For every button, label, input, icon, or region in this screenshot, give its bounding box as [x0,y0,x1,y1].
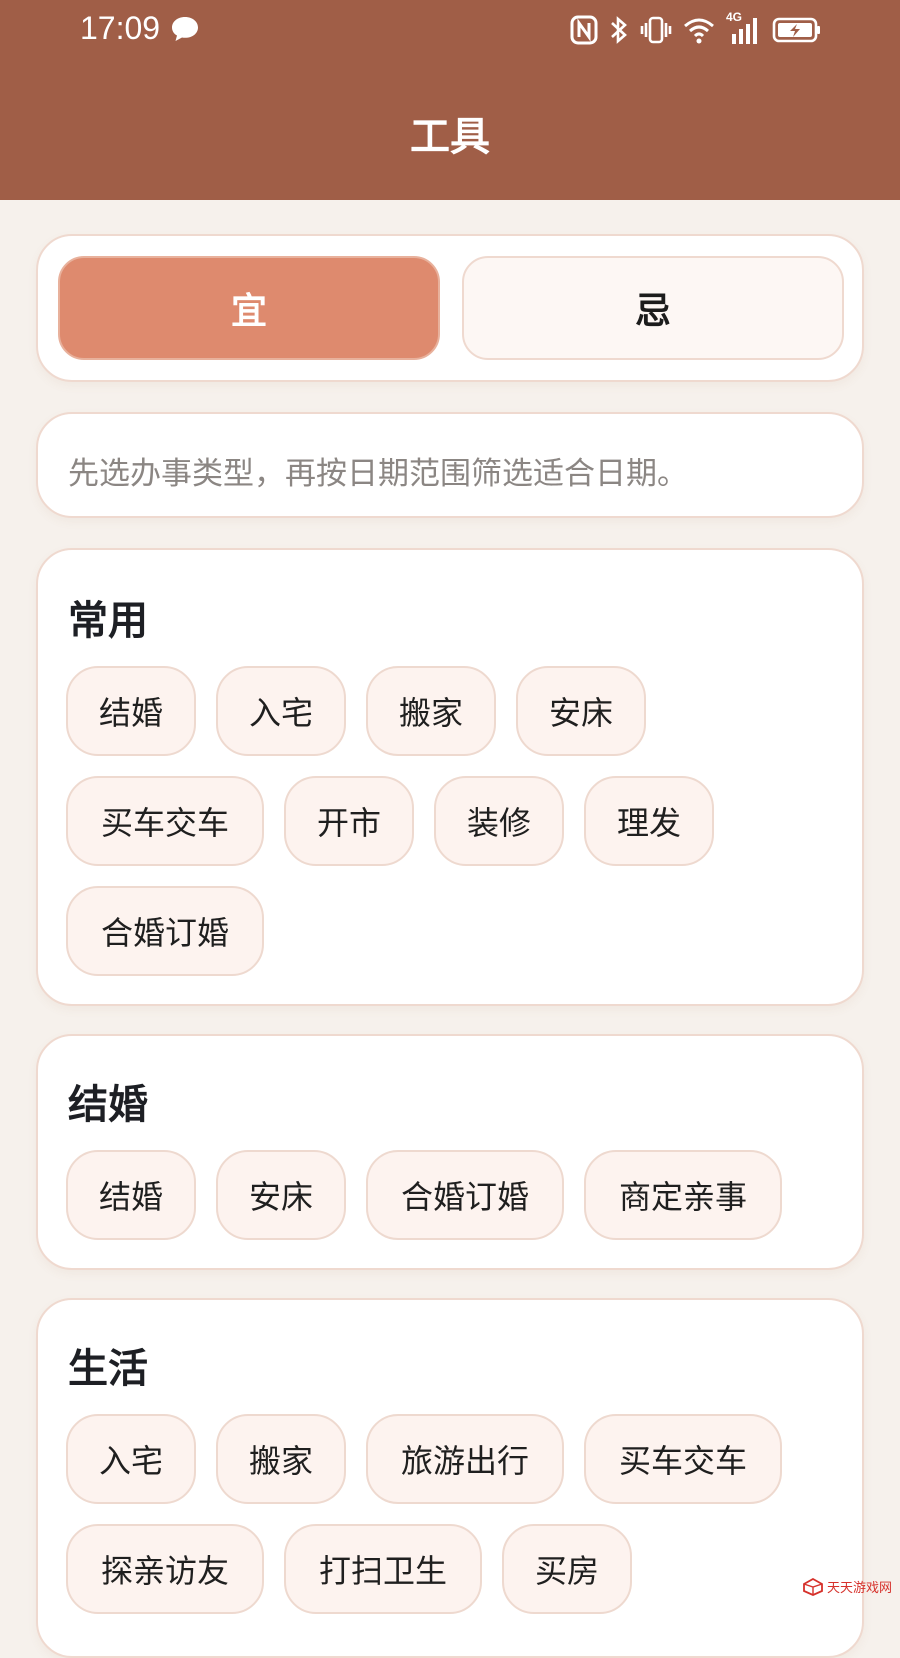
status-bar-time-group: 17:09 [80,10,200,47]
chip-haircut[interactable]: 理发 [584,776,714,866]
page-title: 工具 [410,114,490,160]
chip-buy-house[interactable]: 买房 [502,1524,632,1614]
chip-install-bed[interactable]: 安床 [216,1150,346,1240]
chip-cleaning[interactable]: 打扫卫生 [284,1524,482,1614]
section-life: 生活 入宅 搬家 旅游出行 买车交车 探亲访友 打扫卫生 买房 [36,1298,864,1658]
chip-move-in[interactable]: 入宅 [216,666,346,756]
chip-moving-house[interactable]: 搬家 [366,666,496,756]
tab-ji[interactable]: 忌 [462,256,844,360]
status-icons: 4G [570,10,822,46]
chip-marriage[interactable]: 结婚 [66,666,196,756]
watermark: 天天游戏网 [803,1577,892,1596]
chip-travel[interactable]: 旅游出行 [366,1414,564,1504]
section-marriage: 结婚 结婚 安床 合婚订婚 商定亲事 [36,1034,864,1270]
section-title: 常用 [68,598,148,644]
message-bubble-icon [172,16,199,41]
yi-ji-tab-group: 宜 忌 [36,234,864,382]
section-common: 常用 结婚 入宅 搬家 安床 买车交车 开市 装修 理发 合婚订婚 [36,548,864,1006]
chip-engagement[interactable]: 合婚订婚 [66,886,264,976]
chip-renovation[interactable]: 装修 [434,776,564,866]
nfc-icon [570,15,598,45]
chip-discuss-marriage[interactable]: 商定亲事 [584,1150,782,1240]
chip-visit-relatives[interactable]: 探亲访友 [66,1524,264,1614]
hint-text: 先选办事类型，再按日期范围筛选适合日期。 [68,456,688,492]
bluetooth-icon [611,16,627,44]
vibrate-icon [640,16,672,44]
chip-moving-house[interactable]: 搬家 [216,1414,346,1504]
app-header: 17:09 4G 工具 [0,0,900,200]
chip-open-business[interactable]: 开市 [284,776,414,866]
chip-install-bed[interactable]: 安床 [516,666,646,756]
wifi-icon [684,18,714,44]
cellular-signal-icon: 4G [726,10,762,46]
chip-engagement[interactable]: 合婚订婚 [366,1150,564,1240]
watermark-text: 天天游戏网 [826,1581,892,1596]
tab-yi[interactable]: 宜 [58,256,440,360]
status-time: 17:09 [80,10,161,46]
hint-card: 先选办事类型，再按日期范围筛选适合日期。 [36,412,864,518]
section-title: 生活 [68,1346,148,1392]
chip-buy-car[interactable]: 买车交车 [66,776,264,866]
chip-marriage[interactable]: 结婚 [66,1150,196,1240]
chip-buy-car[interactable]: 买车交车 [584,1414,782,1504]
section-title: 结婚 [68,1082,148,1128]
battery-charging-icon [772,17,820,43]
watermark-logo-icon [803,1577,823,1596]
chip-move-in[interactable]: 入宅 [66,1414,196,1504]
